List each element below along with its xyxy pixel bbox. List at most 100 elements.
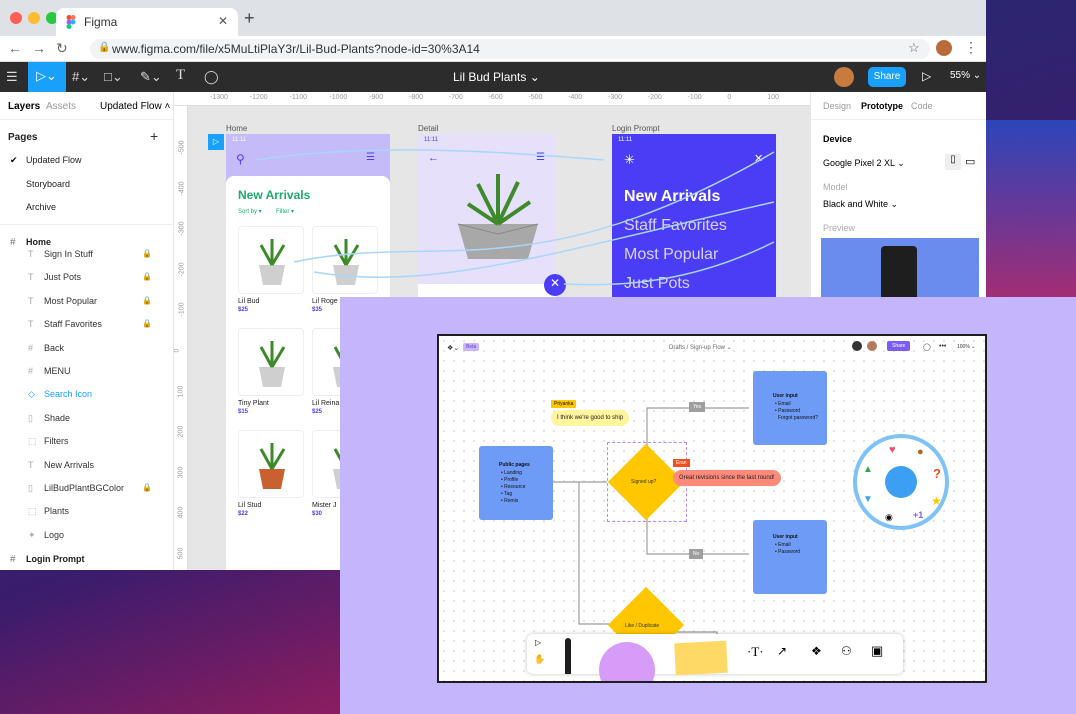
- page-item[interactable]: Storyboard: [26, 179, 70, 189]
- layer-item[interactable]: MENU: [44, 366, 154, 376]
- card-item: • Email: [775, 542, 791, 548]
- tab-code[interactable]: Code: [911, 101, 933, 111]
- layer-type-icon: #: [28, 342, 34, 353]
- file-title[interactable]: Lil Bud Plants ⌄: [453, 70, 540, 84]
- model-select[interactable]: Black and White ⌄: [823, 199, 898, 210]
- tab-prototype[interactable]: Prototype: [861, 101, 903, 111]
- forward-icon[interactable]: →: [32, 40, 46, 56]
- card-title: User input: [773, 534, 798, 540]
- present-play-icon[interactable]: ▷: [922, 69, 931, 83]
- lock-icon[interactable]: 🔒: [142, 319, 152, 328]
- public-pages-card[interactable]: Public pages • Landing • Profile • Resourc…: [479, 446, 553, 520]
- lock-icon[interactable]: 🔒: [142, 296, 152, 305]
- no-label: No: [689, 549, 704, 559]
- layer-item[interactable]: LilBudPlantBGColor: [44, 483, 154, 493]
- device-select[interactable]: Google Pixel 2 XL ⌄: [823, 158, 905, 169]
- back-icon[interactable]: ←: [8, 40, 22, 56]
- layer-item[interactable]: Filters: [44, 436, 154, 446]
- text-tool-icon[interactable]: T: [176, 67, 185, 84]
- url-field[interactable]: 🔒 www.figma.com/file/x5MuLtiPlaY3r/Lil-Bu…: [90, 39, 930, 59]
- new-tab-icon[interactable]: +: [244, 8, 255, 29]
- pointer-icon[interactable]: ▷: [535, 638, 541, 647]
- close-icon[interactable]: ✕: [218, 14, 228, 28]
- page-selector[interactable]: Updated Flow ˄: [100, 101, 170, 112]
- connector-icon[interactable]: ↗: [777, 644, 787, 658]
- main-menu-icon[interactable]: ☰: [6, 69, 18, 85]
- decision-label: Like / Duplicate: [625, 623, 660, 629]
- comment-bubble: I think we're good to ship: [551, 410, 630, 426]
- pen-tool-icon[interactable]: ✎⌄: [140, 69, 162, 85]
- comment-tool-icon[interactable]: ◯: [204, 69, 219, 85]
- share-button[interactable]: Share: [868, 67, 906, 87]
- layer-frame-home[interactable]: Home: [26, 237, 51, 247]
- portrait-icon[interactable]: ▯: [945, 154, 961, 170]
- thumbs-up-icon[interactable]: ▲: [863, 464, 873, 475]
- layer-item[interactable]: Shade: [44, 413, 154, 423]
- layer-item[interactable]: Just Pots: [44, 272, 154, 282]
- comment-bubble: Great revisions since the last round!: [673, 470, 781, 486]
- browser-tab[interactable]: Figma ✕: [56, 8, 238, 36]
- decision-label: Signed up?: [631, 479, 657, 485]
- tab-assets[interactable]: Assets: [46, 101, 76, 112]
- reaction-wheel[interactable]: ♥ ● ? ★ +1 ◉ ▼ ▲: [853, 434, 949, 530]
- layer-item[interactable]: Sign In Stuff: [44, 249, 154, 259]
- star-icon[interactable]: ★: [931, 494, 942, 508]
- marker-icon[interactable]: [565, 638, 571, 674]
- page-item[interactable]: Updated Flow: [26, 155, 82, 165]
- layer-item[interactable]: Back: [44, 343, 154, 353]
- layer-item[interactable]: Plants: [44, 506, 154, 516]
- sticky-note-icon[interactable]: [674, 640, 728, 676]
- acorn-icon[interactable]: ●: [917, 446, 924, 458]
- thumbs-down-icon[interactable]: ▼: [863, 494, 873, 505]
- profile-avatar[interactable]: [936, 40, 952, 56]
- lock-icon: 🔒: [98, 42, 111, 53]
- stamp-icon[interactable]: ⚇: [841, 644, 852, 658]
- layer-item[interactable]: Logo: [44, 530, 154, 540]
- lock-icon[interactable]: 🔒: [142, 483, 152, 492]
- page-item[interactable]: Archive: [26, 202, 56, 212]
- question-icon[interactable]: ?: [933, 466, 941, 481]
- layer-frame-login[interactable]: Login Prompt: [26, 554, 85, 564]
- text-tool-icon[interactable]: ·T·: [747, 644, 764, 660]
- close-window-button[interactable]: [10, 12, 22, 24]
- bookmark-star-icon[interactable]: ☆: [908, 40, 920, 56]
- layer-type-icon: T: [28, 249, 34, 259]
- user-input-card[interactable]: User input • Email • Password: [753, 520, 827, 594]
- card-item: • Profile: [501, 477, 519, 483]
- component-icon[interactable]: ❖: [811, 644, 822, 658]
- lock-icon[interactable]: 🔒: [142, 272, 152, 281]
- reload-icon[interactable]: ↻: [56, 40, 68, 57]
- card-item: • Remix: [501, 498, 519, 504]
- cursor-icon: ▷⌄: [36, 68, 57, 83]
- image-icon[interactable]: ▣: [871, 643, 883, 659]
- user-input-card[interactable]: User input • Email • Password Forgot pas…: [753, 371, 827, 445]
- layer-item[interactable]: New Arrivals: [44, 460, 154, 470]
- landscape-icon[interactable]: ▭: [965, 155, 975, 168]
- minimize-window-button[interactable]: [28, 12, 40, 24]
- hand-icon[interactable]: ✋: [534, 654, 545, 665]
- heart-icon[interactable]: ♥: [889, 444, 896, 456]
- tab-design[interactable]: Design: [823, 101, 851, 111]
- device-heading: Device: [823, 134, 853, 144]
- layer-item[interactable]: Staff Favorites: [44, 319, 154, 329]
- avatar-icon[interactable]: ◉: [885, 512, 893, 523]
- layer-item[interactable]: Most Popular: [44, 296, 154, 306]
- shape-icon[interactable]: [599, 642, 655, 681]
- frame-tool-icon[interactable]: #⌄: [72, 69, 90, 85]
- user-avatar[interactable]: [834, 67, 854, 87]
- card-item: Forgot password?: [778, 415, 819, 421]
- add-page-icon[interactable]: +: [150, 128, 158, 144]
- lock-icon[interactable]: 🔒: [142, 249, 152, 258]
- zoom-level[interactable]: 55% ⌄: [950, 70, 981, 81]
- pages-heading: Pages: [8, 132, 38, 143]
- plus-one-icon[interactable]: +1: [913, 510, 923, 520]
- preview-label: Preview: [823, 223, 856, 233]
- layer-item[interactable]: Search Icon: [44, 389, 154, 399]
- address-bar-row: ← → ↻ 🔒 www.figma.com/file/x5MuLtiPlaY3r/…: [0, 36, 986, 62]
- figjam-window[interactable]: ❖⌄ Beta Drafts / Sign-up Flow ⌄ Share ◯ …: [437, 334, 987, 683]
- menu-kebab-icon[interactable]: ⋮: [964, 39, 978, 56]
- figjam-toolbar: ▷ ✋ ·T· ↗ ❖ ⚇ ▣: [527, 634, 903, 681]
- shape-tool-icon[interactable]: □⌄: [104, 69, 123, 85]
- tab-layers[interactable]: Layers: [8, 101, 40, 112]
- move-tool-button[interactable]: ▷⌄: [28, 62, 66, 92]
